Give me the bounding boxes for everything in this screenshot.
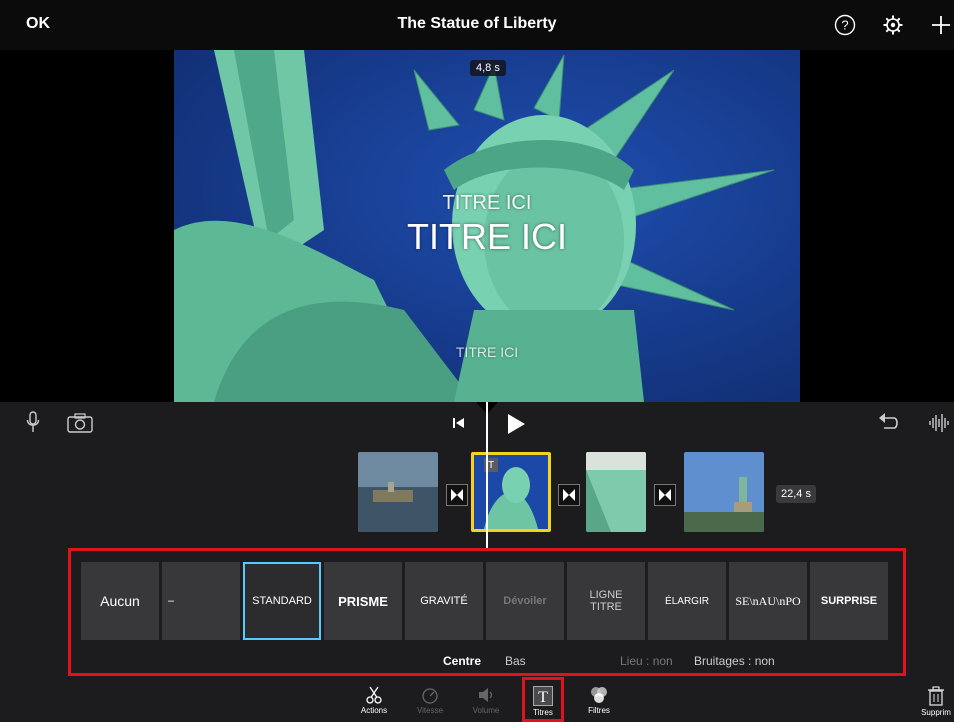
clip-4[interactable] bbox=[684, 452, 764, 532]
project-title: The Statue of Liberty bbox=[397, 15, 557, 32]
add-plus-icon[interactable] bbox=[928, 12, 954, 38]
transition-icon bbox=[451, 489, 463, 501]
help-icon[interactable]: ? bbox=[832, 12, 858, 38]
actions-tool[interactable]: Actions bbox=[346, 686, 402, 715]
volume-label: Volume bbox=[472, 706, 500, 715]
filters-label: Filtres bbox=[588, 706, 610, 715]
clip-duration-label: 22,4 s bbox=[776, 485, 816, 503]
style-devoiler[interactable]: Dévoiler bbox=[486, 562, 564, 640]
location-toggle[interactable]: Lieu : non bbox=[620, 654, 673, 668]
delete-tool[interactable]: Supprim bbox=[918, 686, 954, 717]
title-overlay-small: TITRE ICI bbox=[442, 192, 532, 214]
style-separe[interactable]: SE\nAU\nPO bbox=[729, 562, 807, 640]
actions-label: Actions bbox=[360, 706, 388, 715]
filters-tool[interactable]: Filtres bbox=[571, 686, 627, 715]
speed-label: Vitesse bbox=[416, 706, 444, 715]
style-ligne-titre[interactable]: LIGNE TITRE bbox=[567, 562, 645, 640]
trash-icon bbox=[928, 686, 944, 706]
volume-tool[interactable]: Volume bbox=[458, 686, 514, 715]
style-elargir[interactable]: ÉLARGIR bbox=[648, 562, 726, 640]
transition-2[interactable] bbox=[558, 484, 580, 506]
undo-icon[interactable] bbox=[878, 412, 900, 437]
delete-label: Supprim bbox=[921, 708, 951, 717]
playhead-line[interactable] bbox=[486, 402, 488, 557]
camera-icon[interactable] bbox=[67, 413, 93, 438]
clip-1[interactable] bbox=[358, 452, 438, 532]
clip-duration-badge: 4,8 s bbox=[470, 60, 506, 76]
svg-text:?: ? bbox=[841, 18, 848, 33]
style-surprise[interactable]: SURPRISE bbox=[810, 562, 888, 640]
transition-icon bbox=[659, 489, 671, 501]
skip-back-icon[interactable] bbox=[452, 416, 466, 435]
scissors-icon bbox=[366, 686, 382, 704]
transition-1[interactable] bbox=[446, 484, 468, 506]
position-center-option[interactable]: Centre bbox=[443, 654, 481, 668]
position-bottom-option[interactable]: Bas bbox=[505, 654, 526, 668]
style-none[interactable]: Aucun bbox=[81, 562, 159, 640]
microphone-icon[interactable] bbox=[26, 411, 40, 438]
audio-waveform-icon[interactable] bbox=[928, 413, 950, 438]
speed-tool[interactable]: Vitesse bbox=[402, 686, 458, 715]
clip-3[interactable] bbox=[586, 452, 646, 532]
speaker-icon bbox=[479, 688, 493, 702]
style-standard[interactable]: STANDARD bbox=[243, 562, 321, 640]
clip-2-selected[interactable] bbox=[471, 452, 551, 532]
transition-3[interactable] bbox=[654, 484, 676, 506]
speedometer-icon bbox=[422, 688, 438, 704]
style-prisme[interactable]: PRISME bbox=[324, 562, 402, 640]
play-icon[interactable] bbox=[506, 413, 526, 440]
title-overlay-large: TITRE ICI bbox=[407, 216, 567, 257]
transition-icon bbox=[563, 489, 575, 501]
title-overlay-bottom: TITRE ICI bbox=[455, 344, 519, 360]
titles-highlight-box bbox=[522, 677, 564, 722]
sound-effects-toggle[interactable]: Bruitages : non bbox=[694, 654, 775, 668]
style-dash[interactable]: – bbox=[162, 562, 240, 640]
style-gravite[interactable]: GRAVITÉ bbox=[405, 562, 483, 640]
filters-circles-icon bbox=[591, 687, 607, 703]
settings-gear-icon[interactable] bbox=[880, 12, 906, 38]
